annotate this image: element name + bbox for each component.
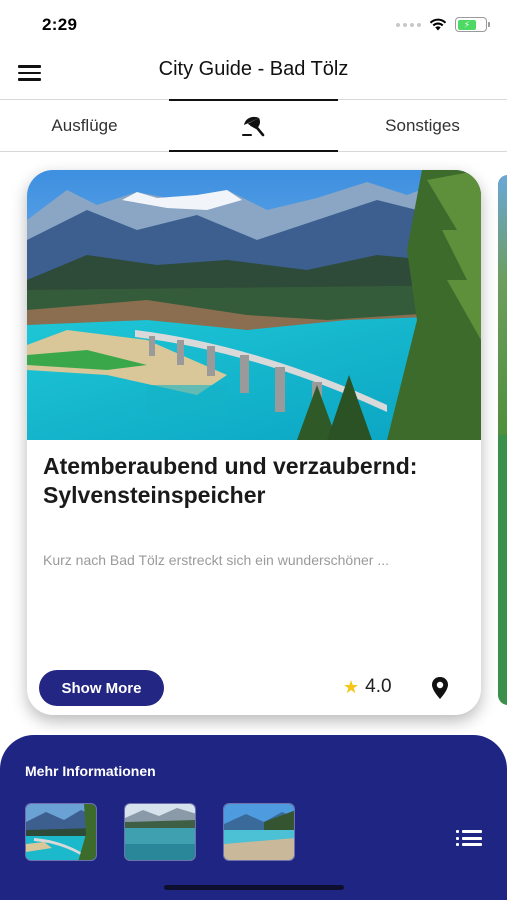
show-more-button[interactable]: Show More	[39, 670, 164, 706]
thumbnail-bridge[interactable]	[25, 803, 97, 861]
next-card-peek[interactable]	[498, 175, 507, 705]
attraction-card[interactable]: Atemberaubend und verzaubernd: Sylvenste…	[27, 170, 481, 715]
thumbnail-shore[interactable]	[223, 803, 295, 861]
status-icons: ⚡	[396, 17, 490, 32]
tab-sonstiges[interactable]: Sonstiges	[338, 100, 507, 151]
status-time: 2:29	[42, 15, 78, 34]
category-tabs: Ausflüge Sonstiges	[0, 99, 507, 152]
thumbnail-lake[interactable]	[124, 803, 196, 861]
more-info-title: Mehr Informationen	[25, 763, 156, 779]
page-title: City Guide - Bad Tölz	[158, 58, 349, 80]
tab-label: Sonstiges	[385, 115, 460, 135]
star-icon: ★	[343, 677, 360, 697]
cellular-signal-icon	[396, 22, 421, 27]
map-pin-icon[interactable]	[430, 676, 450, 700]
card-title: Atemberaubend und verzaubernd: Sylvenste…	[43, 453, 418, 508]
rating-value: 4.0	[365, 676, 392, 697]
status-bar: 2:29 ⚡	[0, 0, 507, 48]
thumbnail-list	[25, 803, 295, 861]
home-indicator	[164, 885, 344, 890]
app-header: City Guide - Bad Tölz	[0, 48, 507, 100]
list-icon[interactable]	[456, 830, 482, 846]
rating: ★ 4.0	[343, 676, 392, 698]
tab-beach[interactable]	[169, 99, 338, 152]
tab-ausfluege[interactable]: Ausflüge	[0, 100, 169, 151]
more-info-panel: Mehr Informationen	[0, 735, 507, 900]
tab-label: Ausflüge	[51, 115, 118, 135]
battery-icon: ⚡	[455, 17, 490, 32]
card-description: Kurz nach Bad Tölz erstreckt sich ein wu…	[43, 552, 390, 568]
umbrella-beach-icon	[241, 116, 264, 136]
wifi-icon	[429, 18, 447, 31]
card-image	[27, 170, 481, 440]
